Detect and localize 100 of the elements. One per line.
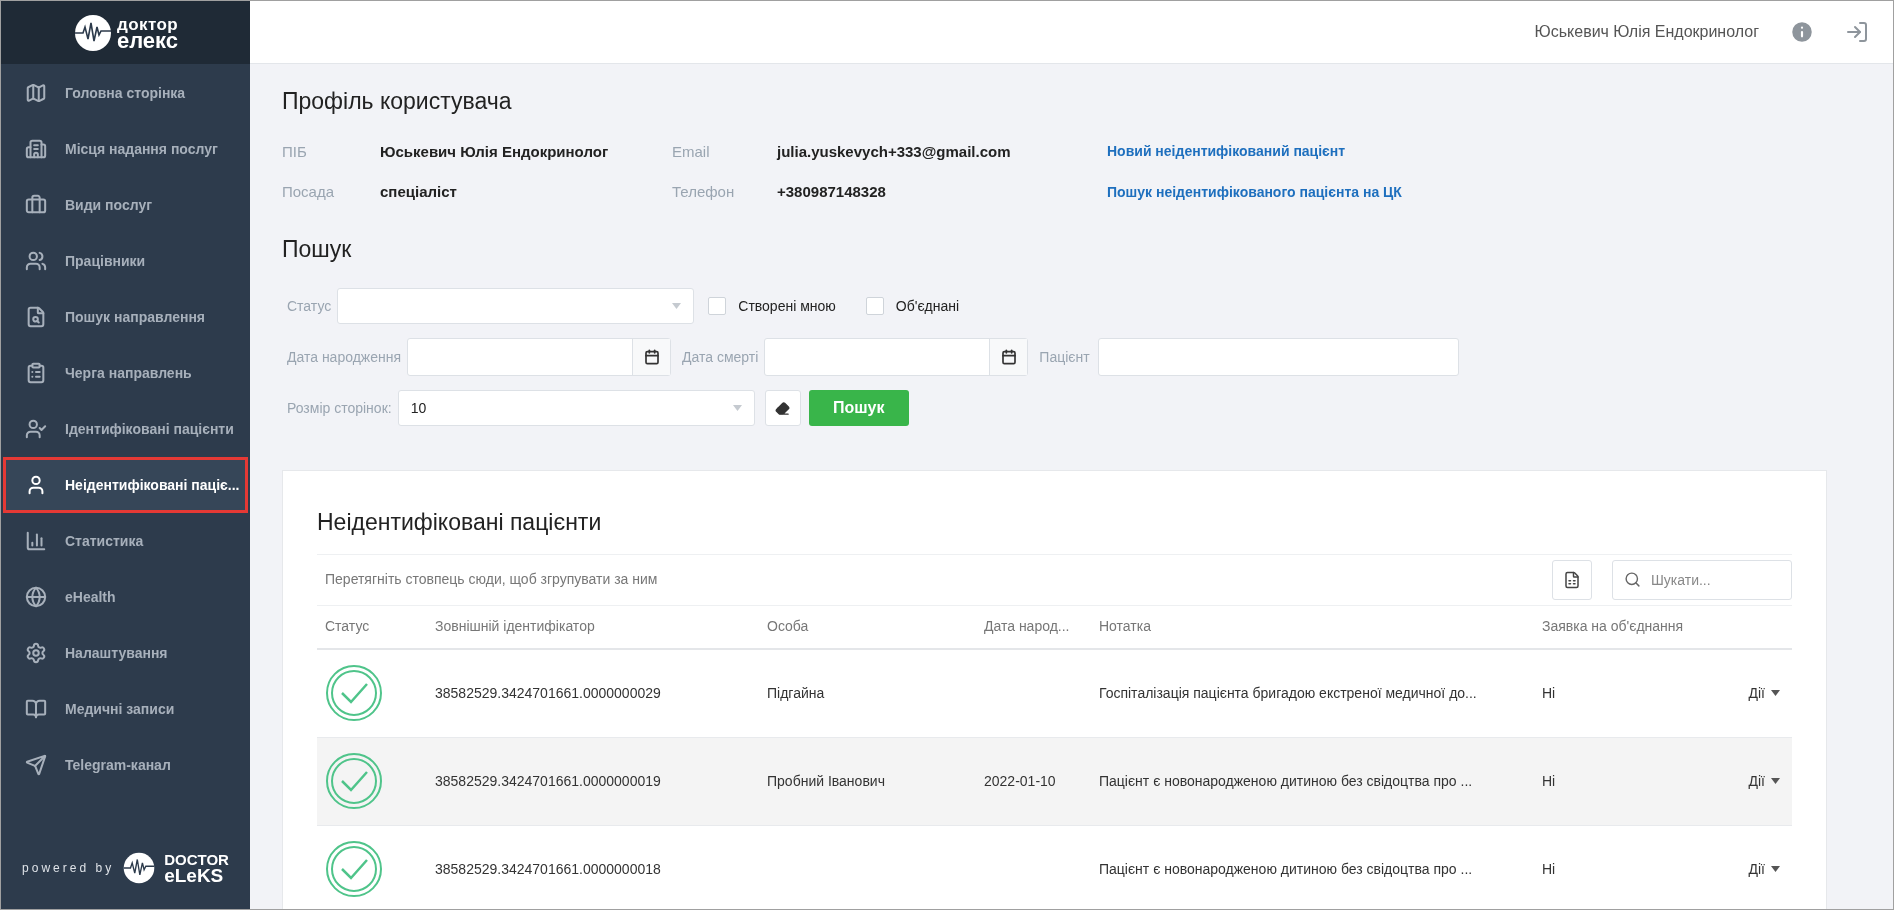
link[interactable]: Пошук неідентифікованого пацієнта на ЦК: [1107, 181, 1402, 203]
checkbox-label: Створені мною: [738, 296, 836, 316]
logout-icon[interactable]: [1845, 20, 1869, 44]
table-cell-text: Ні: [1542, 771, 1557, 791]
sidebar-item[interactable]: Види послуг: [1, 177, 250, 233]
person-check-icon: [25, 418, 47, 440]
page-size-select[interactable]: 10: [397, 390, 755, 426]
sidebar-item[interactable]: Медичні записи: [1, 681, 250, 737]
table-title: Неідентифіковані пацієнти: [317, 508, 603, 537]
logo-icon: [122, 851, 157, 885]
column-header[interactable]: Зовнішній ідентифікатор: [435, 616, 767, 637]
logo-text: елекс: [116, 32, 179, 49]
table-cell-text: Підгайна: [767, 683, 826, 703]
table-cell-text: Ні: [1542, 859, 1557, 879]
field-label: Телефон: [672, 182, 736, 202]
sidebar-item[interactable]: Telegram-канал: [1, 737, 250, 793]
table-cell-text: Пробний Іванович: [767, 771, 886, 791]
field-label: Пацієнт: [1038, 347, 1090, 367]
checkbox[interactable]: [865, 297, 884, 315]
page-title: Профіль користувача: [282, 87, 513, 116]
caret-icon: [1771, 778, 1780, 784]
column-header[interactable]: Нотатка: [1099, 616, 1542, 637]
spreadsheet-icon: [1563, 570, 1581, 589]
link[interactable]: Новий неідентифікований пацієнт: [1107, 141, 1402, 163]
table-cell-text: 2022-01-10: [984, 771, 1057, 791]
column-header[interactable]: Особа: [767, 616, 984, 637]
table-cell-text: Пацієнт є новонародженою дитиною без свідоцтва про ...: [1099, 859, 1474, 879]
actions-dropdown[interactable]: Дії: [1748, 858, 1780, 880]
building-icon: [25, 138, 47, 160]
caret-icon: [1771, 866, 1780, 872]
search-icon: [1624, 570, 1641, 588]
search-button[interactable]: Пошук: [808, 390, 909, 426]
field-label: ПІБ: [282, 141, 308, 162]
check-circle-icon: [325, 752, 383, 810]
patient-field[interactable]: [1097, 338, 1459, 376]
map-icon: [25, 82, 47, 104]
column-header[interactable]: Заявка на об'єднання: [1542, 616, 1712, 637]
field-label: Статус: [286, 296, 332, 316]
table-search-field[interactable]: Шукати...: [1612, 559, 1792, 600]
settings-icon: [25, 642, 47, 664]
column-header[interactable]: Статус: [325, 616, 435, 637]
field-label: Посада: [282, 182, 336, 202]
caret-icon: [1771, 690, 1780, 696]
check-circle-icon: [325, 664, 383, 722]
brand-text: DOCTOR: [164, 852, 229, 868]
caret-icon: [672, 303, 682, 309]
globe-icon: [25, 586, 47, 608]
sidebar-item[interactable]: Працівники: [1, 233, 250, 289]
logo-text: доктор: [116, 16, 179, 33]
clipboard-icon: [25, 362, 47, 384]
brand-text: eLeKS: [164, 868, 225, 884]
eraser-icon: [775, 400, 791, 416]
briefcase-icon: [25, 194, 47, 216]
sidebar-item[interactable]: Налаштування: [1, 625, 250, 681]
sidebar-item[interactable]: Головна сторінка: [1, 65, 250, 121]
people-icon: [25, 250, 47, 272]
calendar-icon[interactable]: [643, 349, 660, 365]
document-search-icon: [25, 306, 47, 328]
field-value: julia.yuskevych+333@gmail.com: [777, 141, 1012, 162]
group-hint: Перетягніть стовпець сюди, щоб згрупувати за ним: [324, 570, 658, 589]
table-row[interactable]: 38582529.3424701661.0000000019 Пробний Іванович 2022-01-10 Пацієнт є новонародженою дитиною без свідоцтва про ... Ні Дії: [317, 737, 1792, 826]
column-header[interactable]: Дата народ...: [984, 616, 1099, 637]
field-label: Email: [672, 141, 711, 162]
powered-by-text: powered by: [22, 860, 115, 877]
field-value: спеціаліст: [380, 182, 458, 202]
table-cell-text: 38582529.3424701661.0000000018: [435, 859, 662, 879]
paper-plane-icon: [25, 754, 47, 776]
sidebar-item[interactable]: Черга направлень: [1, 345, 250, 401]
table-cell-text: 38582529.3424701661.0000000019: [435, 771, 662, 791]
checkbox[interactable]: [708, 297, 727, 315]
field-label: Дата смерті: [681, 347, 759, 367]
sidebar-item[interactable]: Місця надання послуг: [1, 121, 250, 177]
clear-button[interactable]: [764, 390, 801, 426]
logo-icon: [72, 12, 113, 53]
field-label: Розмір сторінок:: [286, 398, 392, 418]
sidebar-item[interactable]: Неідентифіковані паціє...: [3, 457, 248, 513]
table-cell-text: 38582529.3424701661.0000000029: [435, 683, 662, 703]
actions-dropdown[interactable]: Дії: [1748, 770, 1780, 792]
export-button[interactable]: [1552, 559, 1592, 600]
table-cell-text: Госпіталізація пацієнта бригадою екстреної медичної до...: [1099, 683, 1478, 703]
book-icon: [25, 698, 47, 720]
sidebar-item[interactable]: Статистика: [1, 513, 250, 569]
bar-chart-icon: [25, 530, 47, 552]
section-title: Пошук: [282, 234, 353, 264]
sidebar-item[interactable]: eHealth: [1, 569, 250, 625]
field-label: Дата народження: [286, 347, 402, 367]
caret-icon: [732, 405, 742, 411]
table-cell-text: Пацієнт є новонародженою дитиною без свідоцтва про ...: [1099, 771, 1474, 791]
actions-dropdown[interactable]: Дії: [1748, 682, 1780, 704]
field-value: Юськевич Юлія Ендокринолог: [380, 141, 610, 162]
calendar-icon[interactable]: [1000, 349, 1017, 365]
user-name: Юськевич Юлія Ендокринолог: [1534, 22, 1759, 42]
field-value: +380987148328: [777, 182, 887, 202]
sidebar-item[interactable]: Пошук направлення: [1, 289, 250, 345]
table-cell-text: Ні: [1542, 683, 1557, 703]
birth-date-field[interactable]: [407, 338, 672, 376]
sidebar-item[interactable]: Ідентифіковані пацієнти: [1, 401, 250, 457]
death-date-field[interactable]: [764, 338, 1029, 376]
checkbox-label: Об'єднані: [895, 296, 960, 316]
info-icon[interactable]: [1789, 19, 1815, 45]
